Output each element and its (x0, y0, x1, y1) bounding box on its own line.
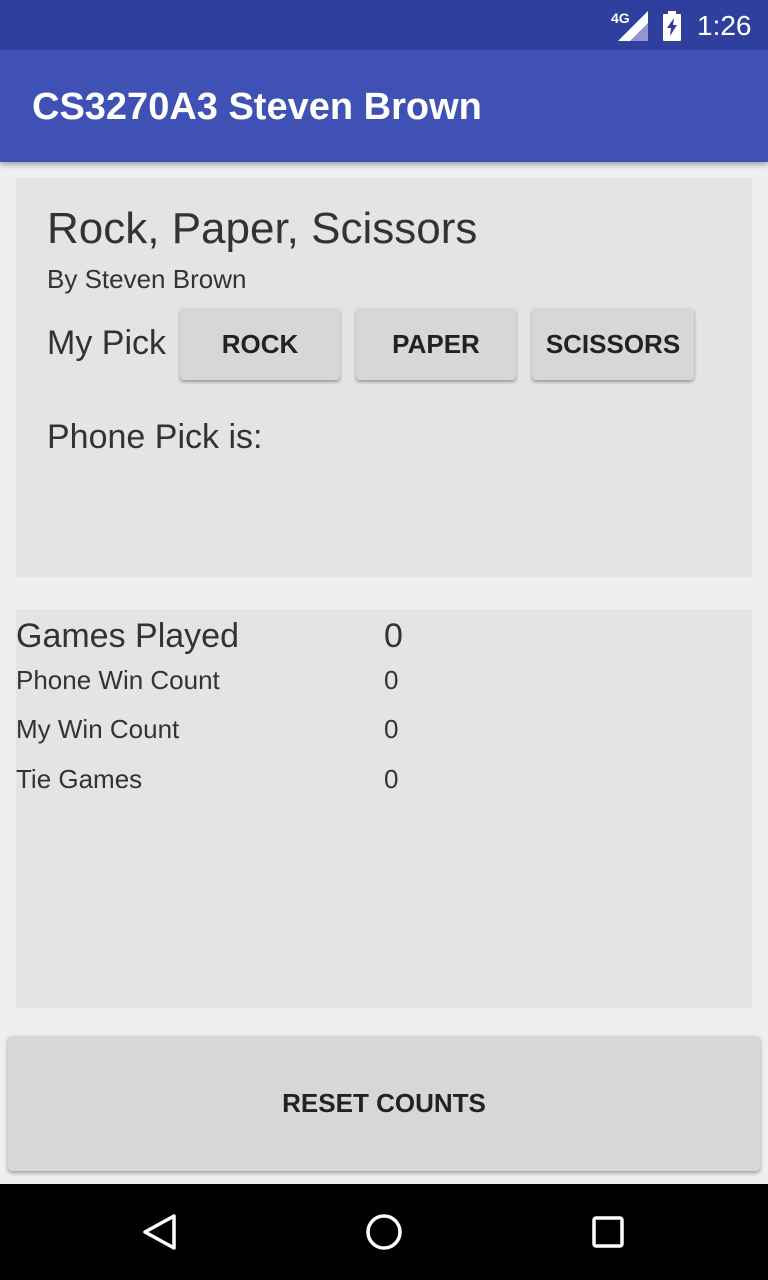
tie-games-label: Tie Games (16, 764, 143, 794)
home-icon (366, 1214, 402, 1250)
recent-apps-icon (592, 1216, 624, 1248)
back-icon (143, 1214, 176, 1250)
games-played-label: Games Played (16, 617, 239, 655)
back-button[interactable] (128, 1200, 192, 1264)
navigation-bar (0, 1184, 768, 1280)
games-played-value: 0 (384, 617, 403, 655)
reset-counts-button[interactable]: RESET COUNTS (8, 1036, 760, 1171)
my-pick-label: My Pick (47, 324, 166, 362)
phone-win-value: 0 (384, 665, 399, 695)
home-button[interactable] (352, 1200, 416, 1264)
my-win-value: 0 (384, 714, 399, 744)
app-title: CS3270A3 Steven Brown (32, 86, 482, 128)
cell-signal-icon (618, 11, 648, 41)
game-panel: Rock, Paper, Scissors By Steven Brown My… (16, 178, 752, 577)
paper-button[interactable]: PAPER (356, 308, 516, 380)
stats-panel: Games Played 0 Phone Win Count 0 My Win … (16, 609, 752, 1008)
game-subtitle: By Steven Brown (47, 264, 247, 294)
app-bar: CS3270A3 Steven Brown (0, 50, 768, 162)
rock-button[interactable]: ROCK (180, 308, 340, 380)
tie-games-value: 0 (384, 764, 399, 794)
game-title: Rock, Paper, Scissors (47, 204, 478, 253)
scissors-button[interactable]: SCISSORS (532, 308, 694, 380)
status-bar: 4G 1:26 (0, 0, 768, 50)
clock: 1:26 (697, 10, 752, 41)
phone-win-label: Phone Win Count (16, 665, 220, 695)
phone-pick-label: Phone Pick is: (47, 418, 263, 456)
recent-apps-button[interactable] (576, 1200, 640, 1264)
my-win-label: My Win Count (16, 714, 180, 744)
battery-charging-icon (663, 11, 681, 41)
